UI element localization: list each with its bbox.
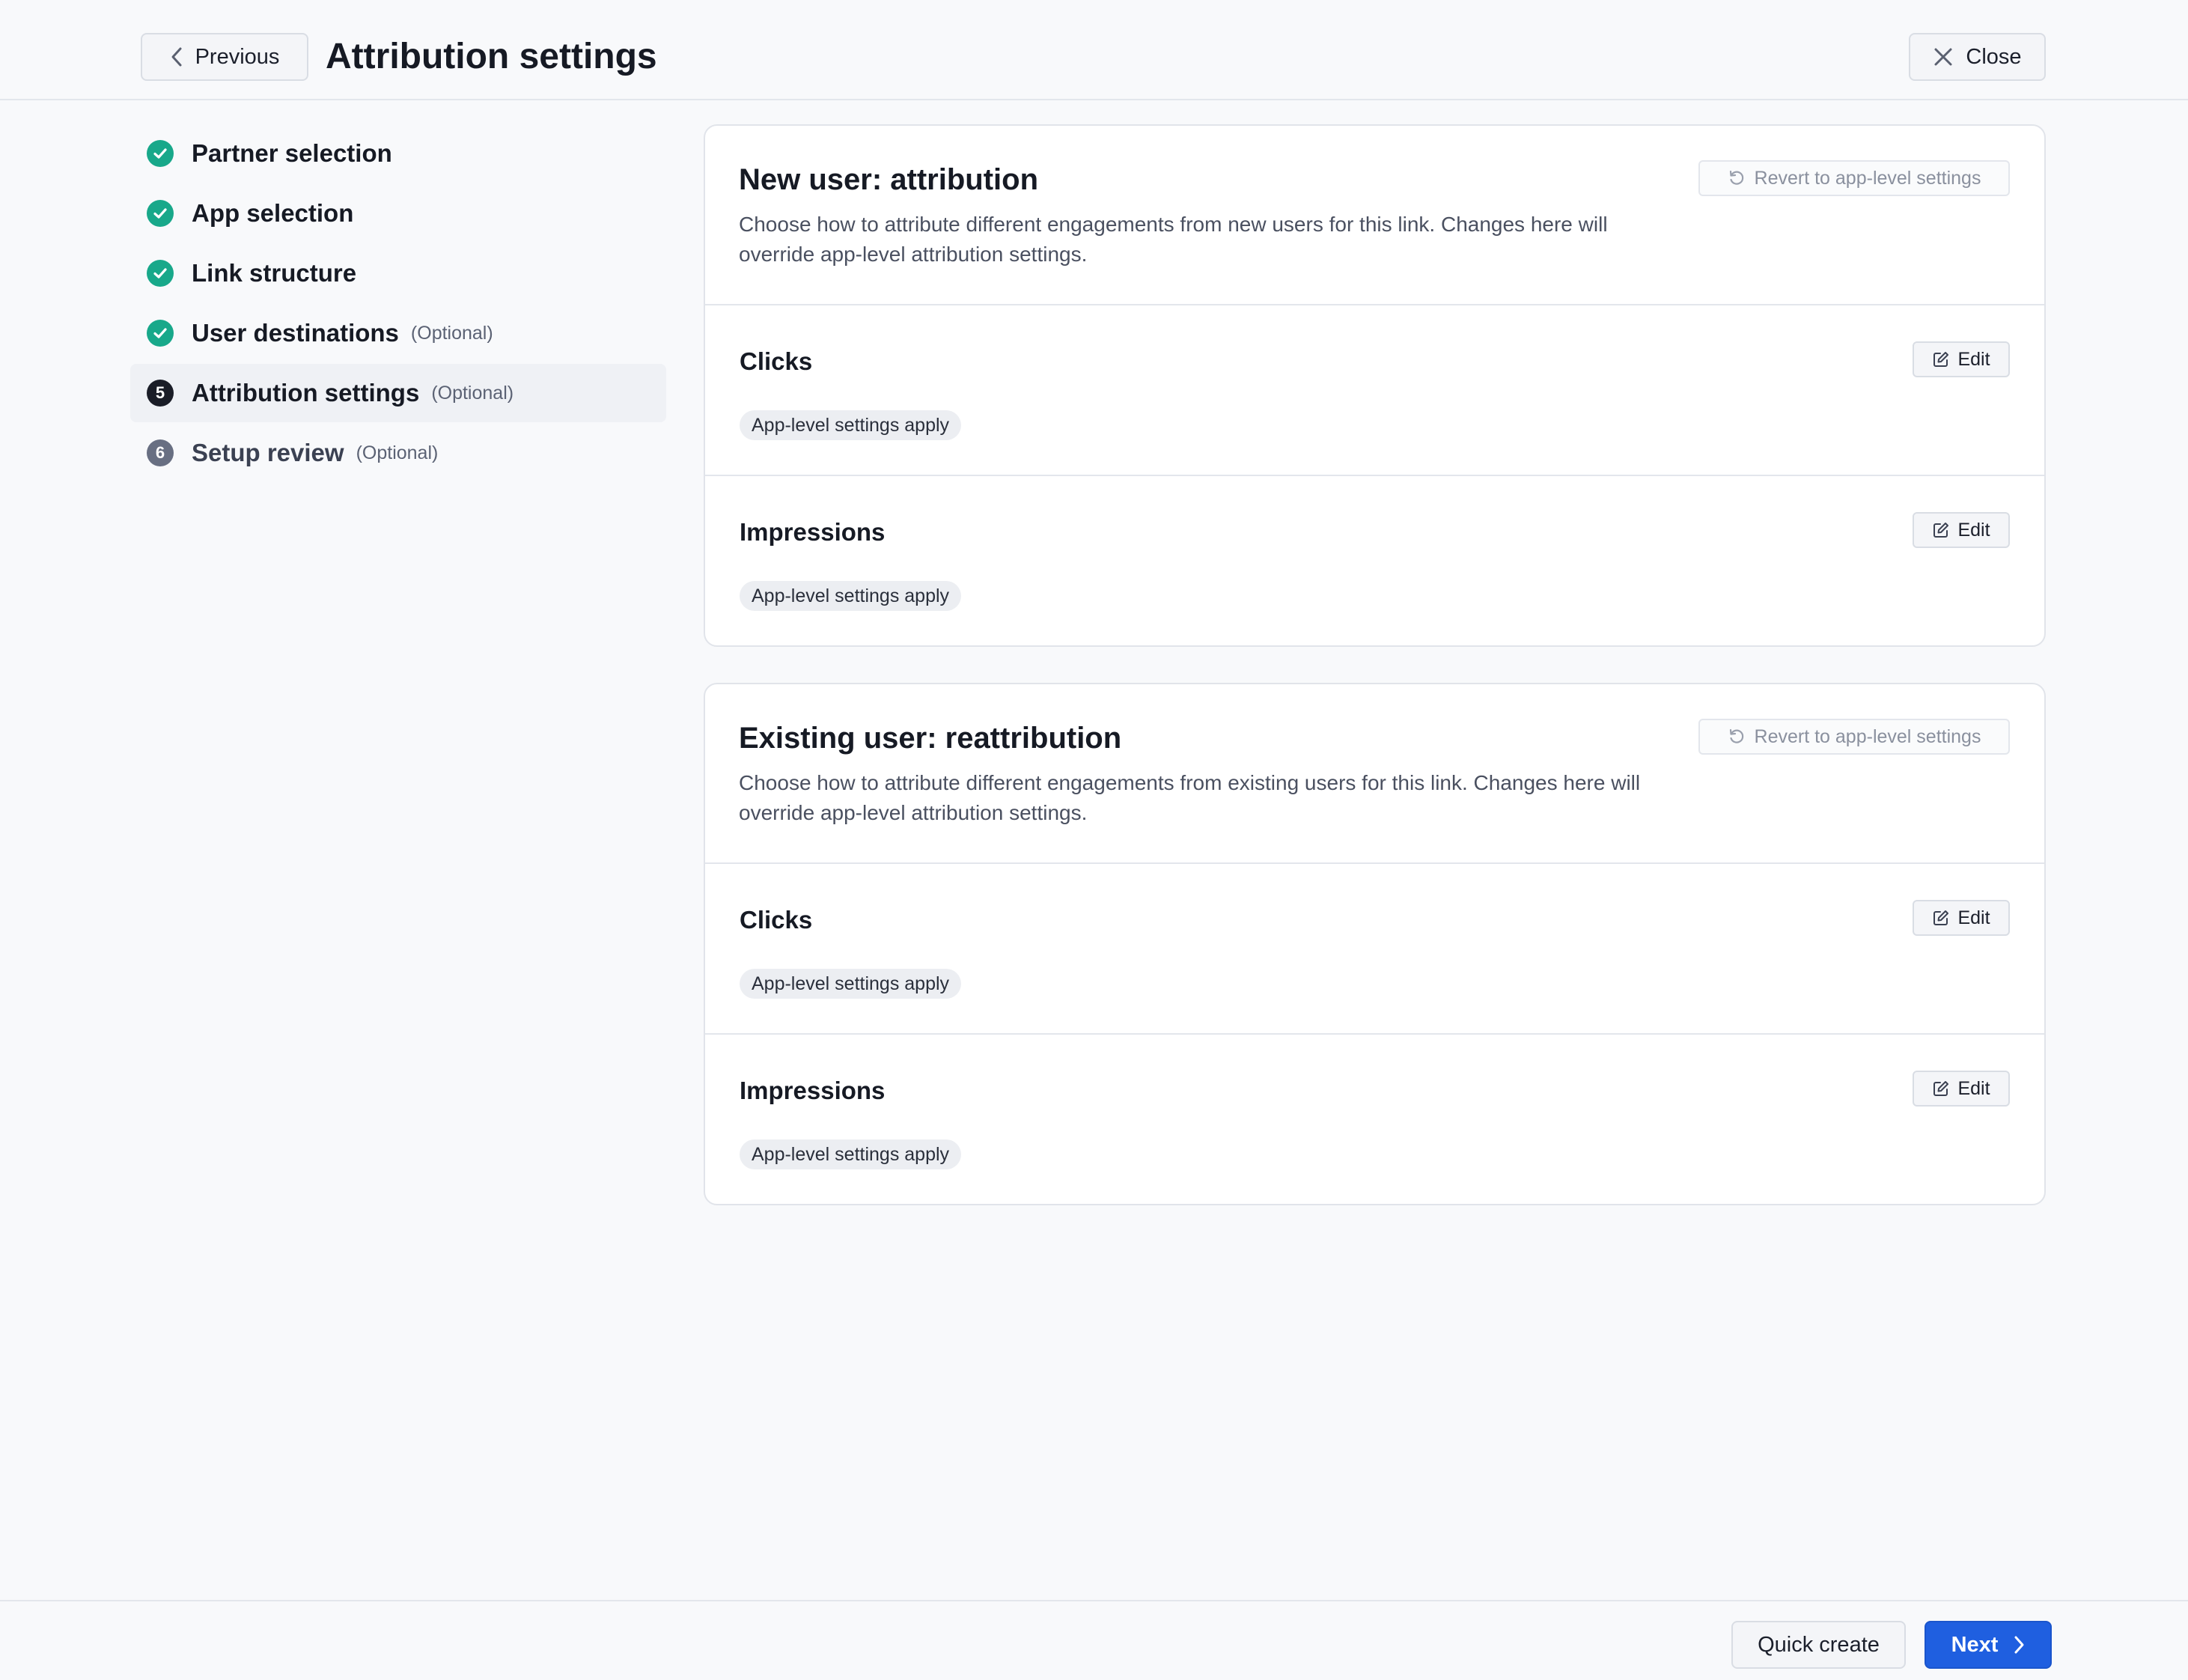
card-description: Choose how to attribute different engage… [739,213,1608,266]
check-circle-icon [147,320,174,347]
card-description: Choose how to attribute different engage… [739,771,1641,824]
revert-button[interactable]: Revert to app-level settings [1698,719,2010,755]
revert-button-label: Revert to app-level settings [1754,725,1981,747]
section-title: Clicks [740,906,813,934]
step-optional-tag: (Optional) [431,382,514,404]
existing-user-reattribution-card: Existing user: reattribution Choose how … [704,683,2046,1205]
step-label: Partner selection [192,139,392,167]
step-label: Link structure [192,259,357,287]
edit-button[interactable]: Edit [1913,341,2010,377]
clicks-section: Clicks Edit App-level settings apply [705,305,2044,476]
previous-button-label: Previous [195,44,280,69]
edit-button[interactable]: Edit [1913,1071,2010,1107]
edit-icon [1933,1081,1949,1096]
step-number-badge: 5 [147,380,174,407]
step-user-destinations[interactable]: User destinations (Optional) [130,304,666,362]
revert-button-label: Revert to app-level settings [1754,167,1981,189]
step-label: Setup review [192,439,344,466]
card-header: New user: attribution Choose how to attr… [705,126,2044,305]
edit-icon [1933,523,1949,538]
edit-button-label: Edit [1957,1077,1990,1099]
step-attribution-settings[interactable]: 5 Attribution settings (Optional) [130,364,666,422]
close-icon [1934,48,1952,66]
edit-button-label: Edit [1957,348,1990,370]
step-label: User destinations [192,319,399,347]
quick-create-button[interactable]: Quick create [1731,1621,1906,1669]
section-title: Impressions [740,1077,886,1104]
check-circle-icon [147,140,174,167]
step-label: Attribution settings [192,379,420,407]
previous-button[interactable]: Previous [141,33,308,81]
next-button-label: Next [1951,1632,1999,1657]
step-label: App selection [192,199,354,227]
chevron-right-icon [2014,1636,2024,1654]
status-badge: App-level settings apply [740,581,962,611]
step-number-badge: 6 [147,439,174,466]
impressions-section: Impressions Edit App-level settings appl… [705,476,2044,647]
section-title: Clicks [740,347,813,375]
revert-button[interactable]: Revert to app-level settings [1698,160,2010,196]
chevron-left-icon [171,47,182,67]
step-list: Partner selection App selection Link str… [130,124,666,484]
step-link-structure[interactable]: Link structure [130,244,666,302]
step-partner-selection[interactable]: Partner selection [130,124,666,183]
undo-icon [1729,170,1743,185]
card-title: Existing user: reattribution [739,722,1122,755]
edit-button-label: Edit [1957,907,1990,928]
next-button[interactable]: Next [1925,1621,2052,1669]
step-app-selection[interactable]: App selection [130,184,666,243]
edit-button-label: Edit [1957,519,1990,541]
card-title: New user: attribution [739,163,1039,196]
step-optional-tag: (Optional) [356,442,439,463]
new-user-attribution-card: New user: attribution Choose how to attr… [704,124,2046,647]
edit-icon [1933,352,1949,367]
check-circle-icon [147,200,174,227]
page-title: Attribution settings [326,37,657,76]
check-circle-icon [147,260,174,287]
footer-bar: Quick create Next [0,1600,2188,1680]
impressions-section: Impressions Edit App-level settings appl… [705,1035,2044,1205]
status-badge: App-level settings apply [740,410,962,440]
edit-button[interactable]: Edit [1913,512,2010,548]
edit-icon [1933,910,1949,925]
step-optional-tag: (Optional) [410,322,493,344]
status-badge: App-level settings apply [740,1139,962,1169]
section-title: Impressions [740,518,886,546]
close-button-label: Close [1966,44,2022,69]
close-button[interactable]: Close [1909,33,2046,81]
edit-button[interactable]: Edit [1913,900,2010,936]
card-header: Existing user: reattribution Choose how … [705,684,2044,864]
step-setup-review[interactable]: 6 Setup review (Optional) [130,424,666,482]
clicks-section: Clicks Edit App-level settings apply [705,864,2044,1035]
top-bar: Previous Attribution settings Close [0,0,2188,100]
undo-icon [1729,728,1743,743]
status-badge: App-level settings apply [740,969,962,999]
